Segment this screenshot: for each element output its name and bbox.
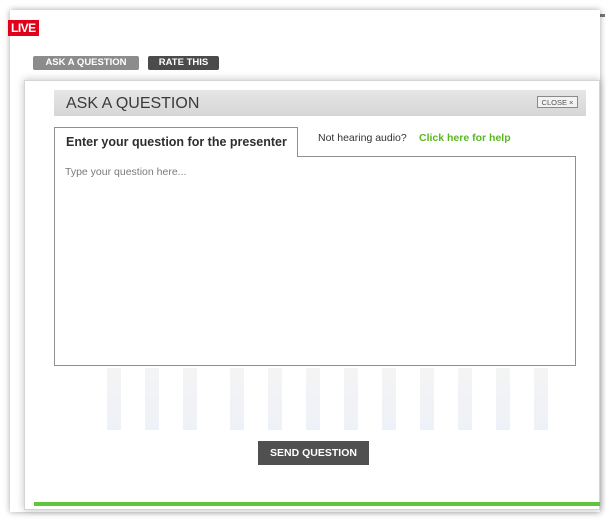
background-ghost: [534, 368, 548, 430]
send-question-button[interactable]: SEND QUESTION: [258, 441, 369, 465]
tab-ask-a-question[interactable]: ASK A QUESTION: [33, 56, 139, 70]
background-ghost: [496, 368, 510, 430]
background-ghost: [268, 368, 282, 430]
modal-title: ASK A QUESTION: [66, 95, 200, 112]
live-badge: LIVE: [8, 20, 39, 36]
question-textarea[interactable]: [54, 156, 576, 366]
question-placeholder: Type your question here...: [65, 166, 187, 178]
modal-accent-bar: [34, 502, 600, 506]
background-ghost: [420, 368, 434, 430]
background-ghost: [344, 368, 358, 430]
tab-rate-this[interactable]: RATE THIS: [148, 56, 219, 70]
background-ghost: [382, 368, 396, 430]
background-ghost: [183, 368, 197, 430]
audio-help-link[interactable]: Click here for help: [419, 132, 511, 144]
question-tab-label: Enter your question for the presenter: [66, 135, 287, 149]
background-ghost: [230, 368, 244, 430]
background-ghost: [107, 368, 121, 430]
background-ghost: [145, 368, 159, 430]
audio-prompt: Not hearing audio?: [318, 132, 407, 144]
close-button[interactable]: CLOSE ×: [537, 96, 578, 108]
background-ghost: [306, 368, 320, 430]
background-ghost: [458, 368, 472, 430]
